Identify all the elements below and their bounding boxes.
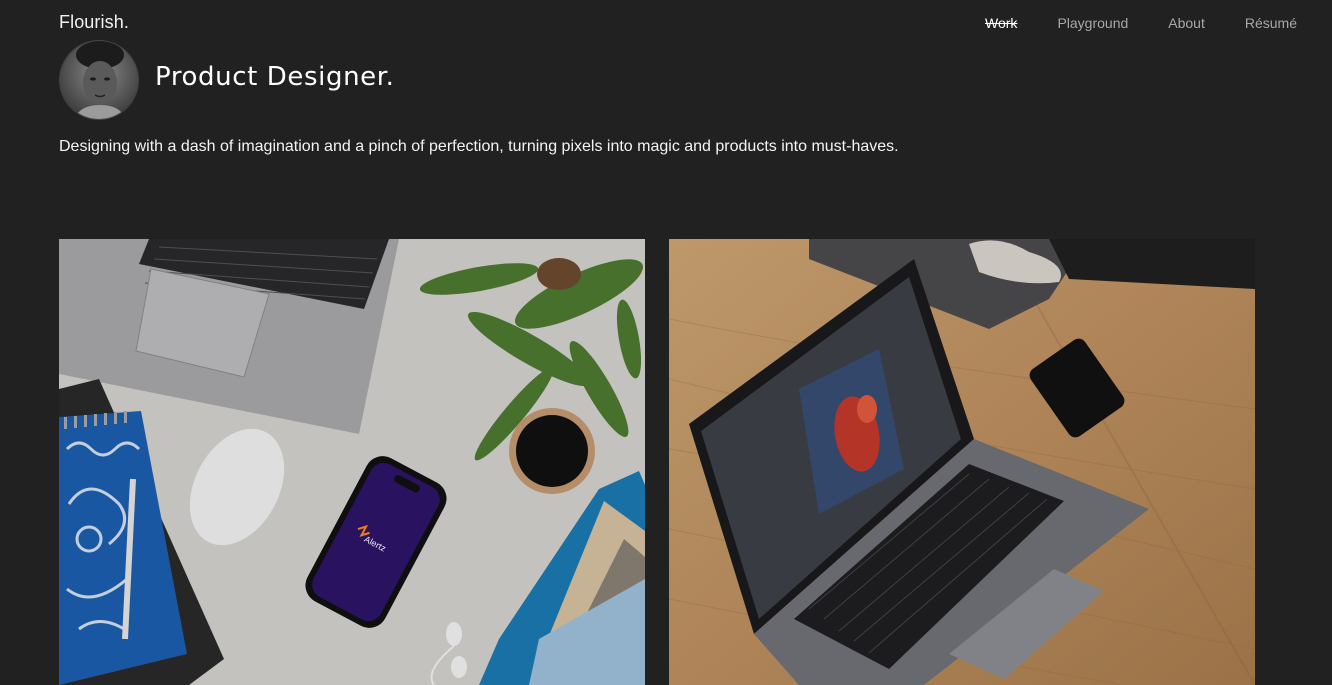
- nav-work-link[interactable]: Work: [985, 15, 1017, 31]
- portfolio-page: Flourish. Work Playground About Résumé P…: [0, 0, 1332, 685]
- project-card-vr-heart[interactable]: [669, 239, 1255, 685]
- brand-logo[interactable]: Flourish.: [59, 12, 129, 33]
- nav-resume-link[interactable]: Résumé: [1245, 15, 1297, 31]
- project-card-alertz[interactable]: Alertz: [59, 239, 645, 685]
- avatar-portrait: [60, 41, 138, 119]
- project-image-laptop-desk: [669, 239, 1255, 685]
- page-title: Product Designer.: [155, 62, 395, 92]
- nav-playground-link[interactable]: Playground: [1057, 15, 1128, 31]
- nav-about-link[interactable]: About: [1168, 15, 1205, 31]
- hero-tagline: Designing with a dash of imagination and…: [59, 138, 899, 155]
- project-image-desk-flatlay: Alertz: [59, 239, 645, 685]
- avatar: [59, 40, 139, 120]
- main-nav: Work Playground About Résumé: [945, 15, 1297, 31]
